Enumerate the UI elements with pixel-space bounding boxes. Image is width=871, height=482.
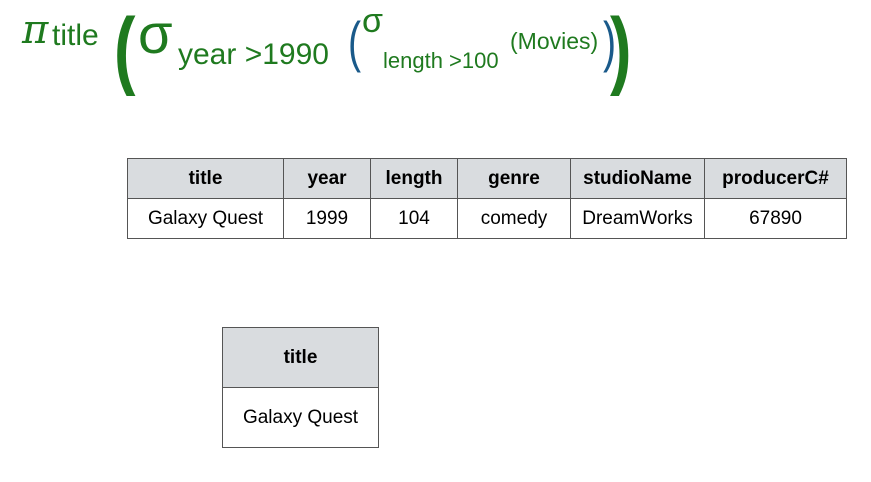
column-header-producerc: producerC# xyxy=(704,158,847,199)
column-header-title: title xyxy=(127,158,284,199)
cell-length: 104 xyxy=(370,198,458,239)
selection-condition-outer: year >1990 xyxy=(178,38,329,71)
selection-symbol-inner: σ xyxy=(362,2,383,40)
cell-title: Galaxy Quest xyxy=(127,198,284,239)
cell-title: Galaxy Quest xyxy=(222,387,379,448)
selection-symbol-outer: σ xyxy=(138,2,173,65)
cell-studioname: DreamWorks xyxy=(570,198,705,239)
inner-open-paren: ( xyxy=(348,10,362,73)
cell-genre: comedy xyxy=(457,198,571,239)
table-row: Galaxy Quest 1999 104 comedy DreamWorks … xyxy=(127,198,847,239)
projection-result-table: title Galaxy Quest xyxy=(222,327,379,448)
movies-selection-table: title year length genre studioName produ… xyxy=(127,158,847,239)
column-header-title: title xyxy=(222,327,379,388)
table-header-row: title xyxy=(222,327,379,388)
column-header-studioname: studioName xyxy=(570,158,705,199)
selection-condition-inner: length >100 xyxy=(383,48,499,73)
outer-open-paren: ( xyxy=(114,1,136,97)
projection-attribute: title xyxy=(52,19,99,52)
column-header-genre: genre xyxy=(457,158,571,199)
column-header-year: year xyxy=(283,158,371,199)
table-row: Galaxy Quest xyxy=(222,387,379,448)
outer-close-paren: ) xyxy=(610,1,632,97)
cell-producerc: 67890 xyxy=(704,198,847,239)
relational-algebra-expression: π title ( σ year >1990 ( σ length >100 (… xyxy=(0,0,871,110)
table-header-row: title year length genre studioName produ… xyxy=(127,158,847,199)
relation-name: (Movies) xyxy=(510,28,599,54)
cell-year: 1999 xyxy=(283,198,371,239)
projection-symbol: π xyxy=(22,7,49,53)
column-header-length: length xyxy=(370,158,458,199)
